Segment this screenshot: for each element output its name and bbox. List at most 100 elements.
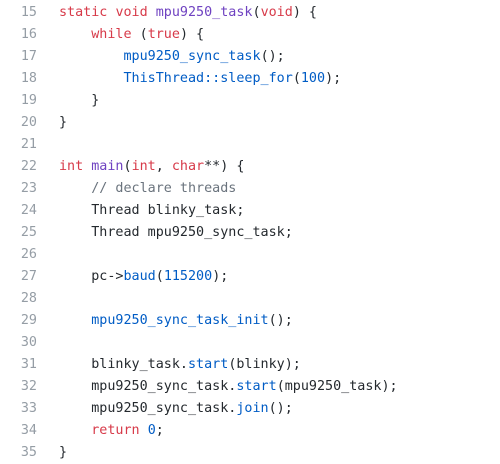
code-text: // declare threads [59,178,236,200]
code-token: Thread mpu9250_sync_task; [59,225,293,240]
line-number: 20 [20,115,37,130]
code-text: } [59,90,99,112]
code-text: static void mpu9250_task(void) { [59,2,317,24]
code-token: 115200 [163,269,213,284]
code-line: 21 [0,134,500,156]
code-line: 23 // declare threads [0,178,500,200]
line-number: 18 [20,71,37,86]
code-token: mpu9250_task [155,5,253,20]
code-token: ( [292,71,301,86]
code-token: start [188,357,229,372]
code-token: (blinky); [228,357,301,372]
line-number: 26 [20,247,37,262]
code-token: void [260,5,293,20]
line-number: 19 [20,93,37,108]
code-token: mpu9250_sync_task [123,49,261,64]
code-token: , [155,159,172,174]
code-token: while [91,27,132,42]
code-token: ; [155,423,164,438]
code-viewer: 15 static void mpu9250_task(void) {16 whi… [0,2,500,464]
line-number: 31 [20,357,37,372]
code-line: 22 int main(int, char**) { [0,156,500,178]
code-token: main [91,159,124,174]
code-text: Thread blinky_task; [59,200,244,222]
code-token: } [59,93,100,108]
code-text: Thread mpu9250_sync_task; [59,222,293,244]
code-text: } [59,442,67,464]
line-number: 28 [20,291,37,306]
line-number: 35 [20,445,37,460]
code-token: int [59,159,84,174]
code-line: 28 [0,288,500,310]
code-line: 31 blinky_task.start(blinky); [0,354,500,376]
code-line: 34 return 0; [0,420,500,442]
code-token: (); [268,313,293,328]
line-number: 30 [20,335,37,350]
line-number: 15 [20,5,37,20]
line-number: 22 [20,159,37,174]
code-token: int [131,159,156,174]
code-token: return [91,423,140,438]
code-token: (); [268,401,293,416]
code-text: } [59,112,67,134]
code-line: 16 while (true) { [0,24,500,46]
code-token: mpu9250_sync_task. [59,379,237,394]
code-text: mpu9250_sync_task(); [59,46,285,68]
code-line: 33 mpu9250_sync_task.join(); [0,398,500,420]
code-line: 24 Thread blinky_task; [0,200,500,222]
code-text: return 0; [59,420,164,442]
code-line: 17 mpu9250_sync_task(); [0,46,500,68]
code-text: mpu9250_sync_task.join(); [59,398,293,420]
code-line: 26 [0,244,500,266]
line-number: 32 [20,379,37,394]
code-token: ); [325,71,342,86]
line-number: 24 [20,203,37,218]
line-number: 25 [20,225,37,240]
code-text: mpu9250_sync_task_init(); [59,310,293,332]
code-token: mpu9250_sync_task_init [91,313,269,328]
code-token: mpu9250_sync_task. [59,401,237,416]
code-token: } [59,115,68,130]
code-token: char [171,159,205,174]
code-line: 29 mpu9250_sync_task_init(); [0,310,500,332]
line-number: 29 [20,313,37,328]
code-text: mpu9250_sync_task.start(mpu9250_task); [59,376,398,398]
code-line: 15 static void mpu9250_task(void) { [0,2,500,24]
code-token: Thread blinky_task; [59,203,245,218]
code-line: 20} [0,112,500,134]
line-number: 21 [20,137,37,152]
code-token: ( [155,269,164,284]
code-token: ( [131,27,148,42]
code-text: blinky_task.start(blinky); [59,354,301,376]
code-line: 25 Thread mpu9250_sync_task; [0,222,500,244]
line-number: 33 [20,401,37,416]
code-line: 35} [0,442,500,464]
line-number: 27 [20,269,37,284]
code-token: true [147,27,180,42]
code-token: baud [123,269,156,284]
code-token: ( [252,5,261,20]
code-line: 27 pc->baud(115200); [0,266,500,288]
code-line: 19 } [0,90,500,112]
code-token: join [236,401,269,416]
code-token: (mpu9250_task); [276,379,398,394]
code-text: while (true) { [59,24,204,46]
code-token: start [236,379,277,394]
code-token: (); [260,49,285,64]
code-token: ( [123,159,132,174]
code-text: int main(int, char**) { [59,156,244,178]
code-token: ) { [179,27,205,42]
code-token: 0 [147,423,156,438]
code-line: 18 ThisThread::sleep_for(100); [0,68,500,90]
code-token: // declare threads [91,181,237,196]
code-token: static [59,5,108,20]
code-line: 32 mpu9250_sync_task.start(mpu9250_task)… [0,376,500,398]
